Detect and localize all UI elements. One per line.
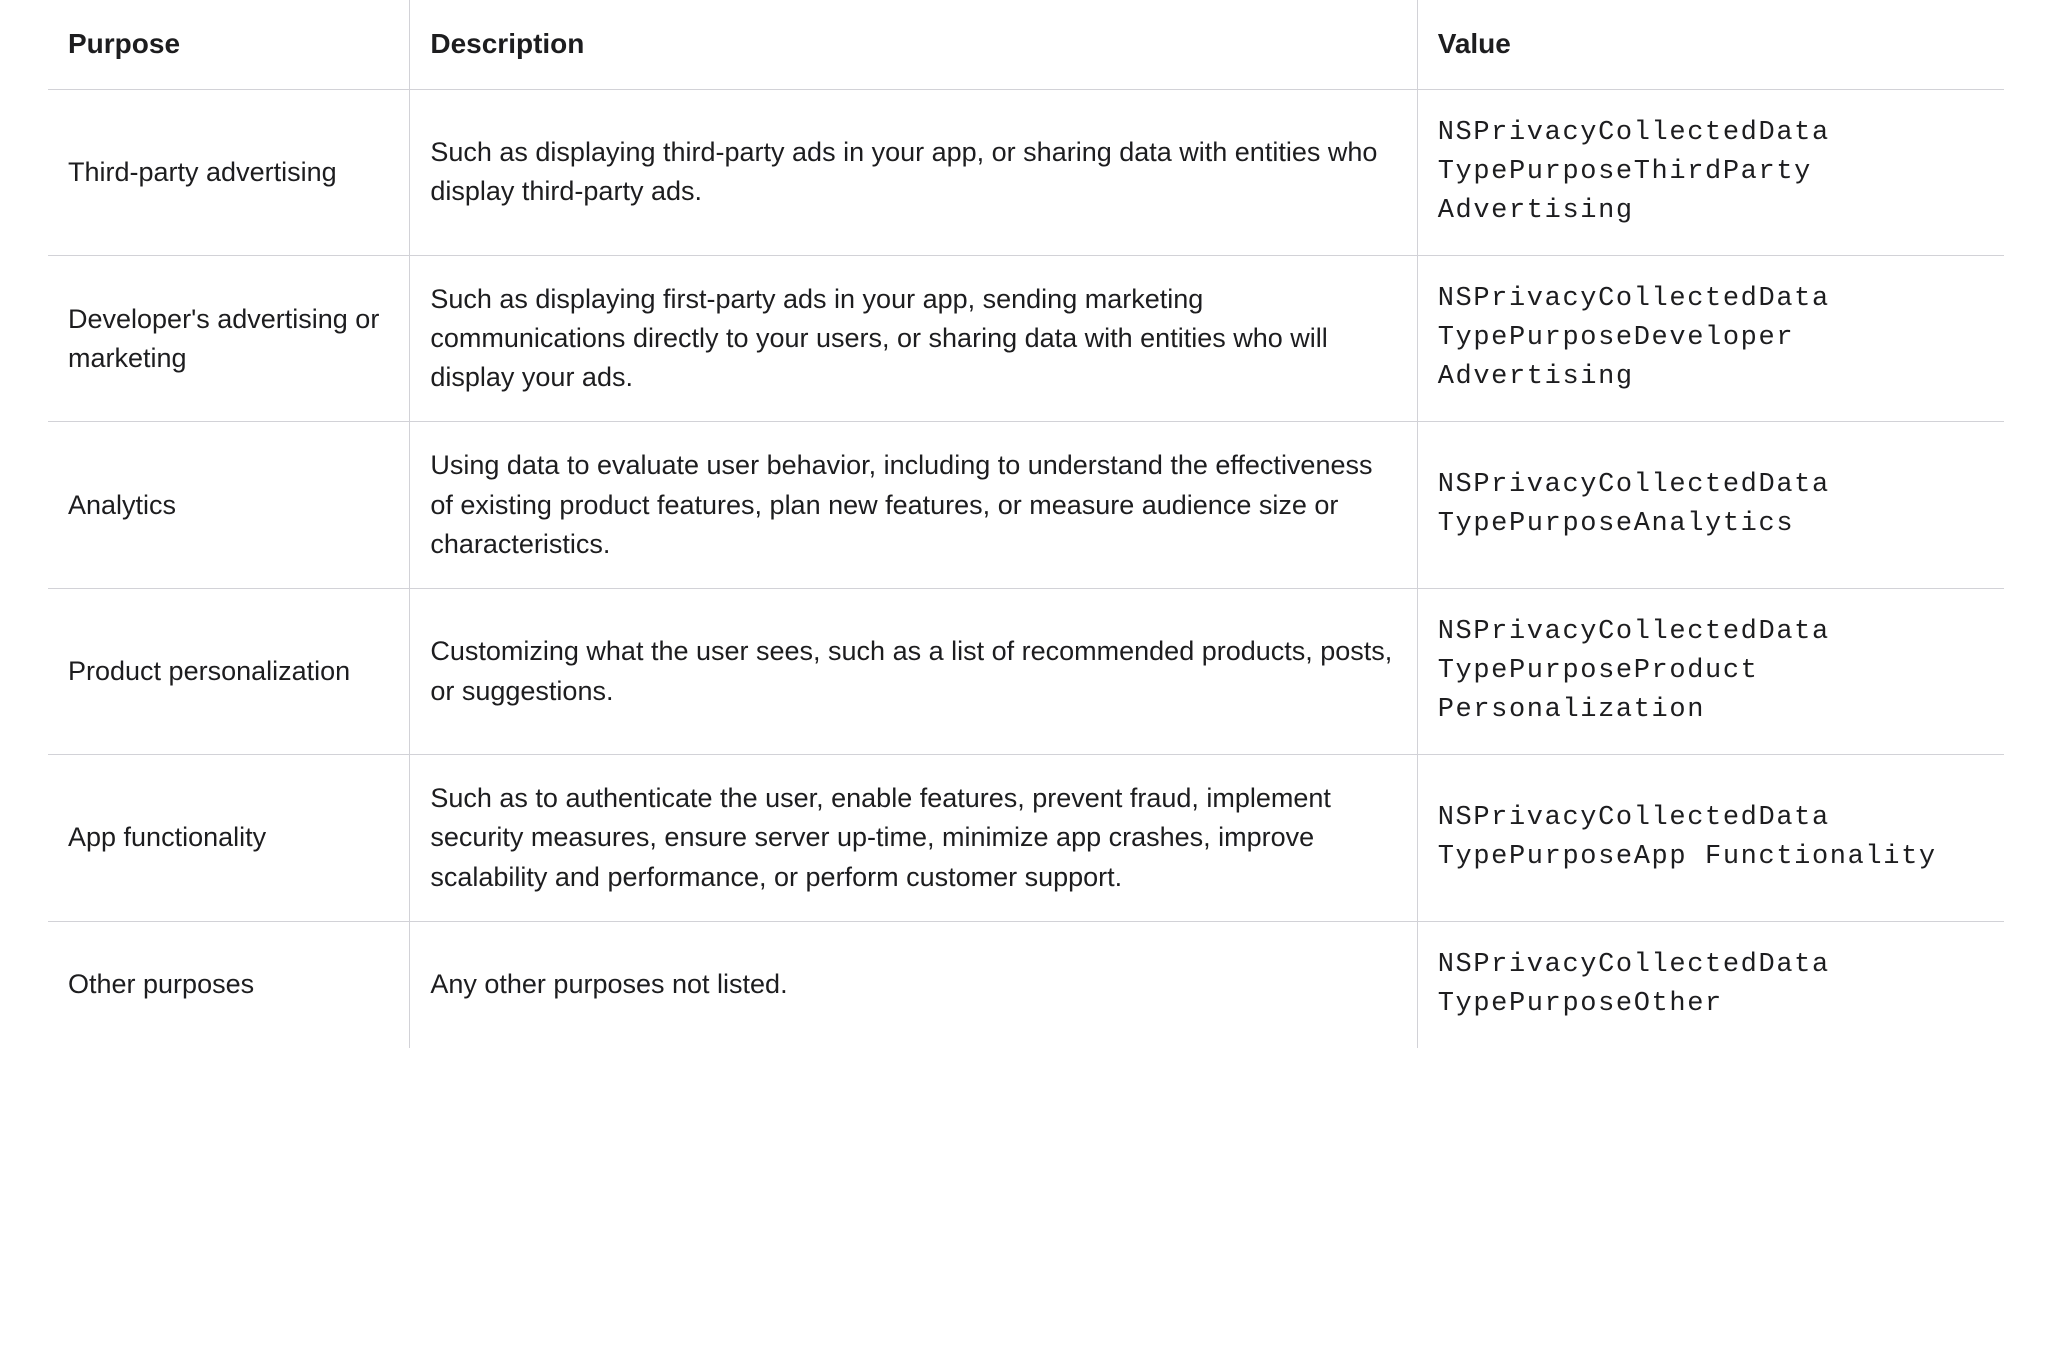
table-row: Product personalization Customizing what… [48,588,2004,754]
table-row: Other purposes Any other purposes not li… [48,921,2004,1048]
cell-purpose: Other purposes [48,921,410,1048]
cell-description: Any other purposes not listed. [410,921,1417,1048]
cell-purpose: Analytics [48,422,410,588]
privacy-purpose-table: Purpose Description Value Third-party ad… [48,0,2004,1048]
cell-purpose: App functionality [48,755,410,921]
cell-value: NSPrivacyCollectedData TypePurposeThirdP… [1417,89,2004,255]
cell-value: NSPrivacyCollectedData TypePurposeOther [1417,921,2004,1048]
cell-value: NSPrivacyCollectedData TypePurposeApp Fu… [1417,755,2004,921]
cell-purpose: Product personalization [48,588,410,754]
col-header-description: Description [410,0,1417,89]
cell-value: NSPrivacyCollectedData TypePurposeDevelo… [1417,256,2004,422]
table-header-row: Purpose Description Value [48,0,2004,89]
cell-description: Such as to authenticate the user, enable… [410,755,1417,921]
table-row: Analytics Using data to evaluate user be… [48,422,2004,588]
col-header-value: Value [1417,0,2004,89]
cell-value: NSPrivacyCollectedData TypePurposeProduc… [1417,588,2004,754]
cell-description: Such as displaying third-party ads in yo… [410,89,1417,255]
table-row: Third-party advertising Such as displayi… [48,89,2004,255]
table-row: Developer's advertising or marketing Suc… [48,256,2004,422]
cell-purpose: Third-party advertising [48,89,410,255]
table-row: App functionality Such as to authenticat… [48,755,2004,921]
cell-description: Customizing what the user sees, such as … [410,588,1417,754]
cell-purpose: Developer's advertising or marketing [48,256,410,422]
cell-description: Such as displaying first-party ads in yo… [410,256,1417,422]
col-header-purpose: Purpose [48,0,410,89]
cell-value: NSPrivacyCollectedData TypePurposeAnalyt… [1417,422,2004,588]
cell-description: Using data to evaluate user behavior, in… [410,422,1417,588]
